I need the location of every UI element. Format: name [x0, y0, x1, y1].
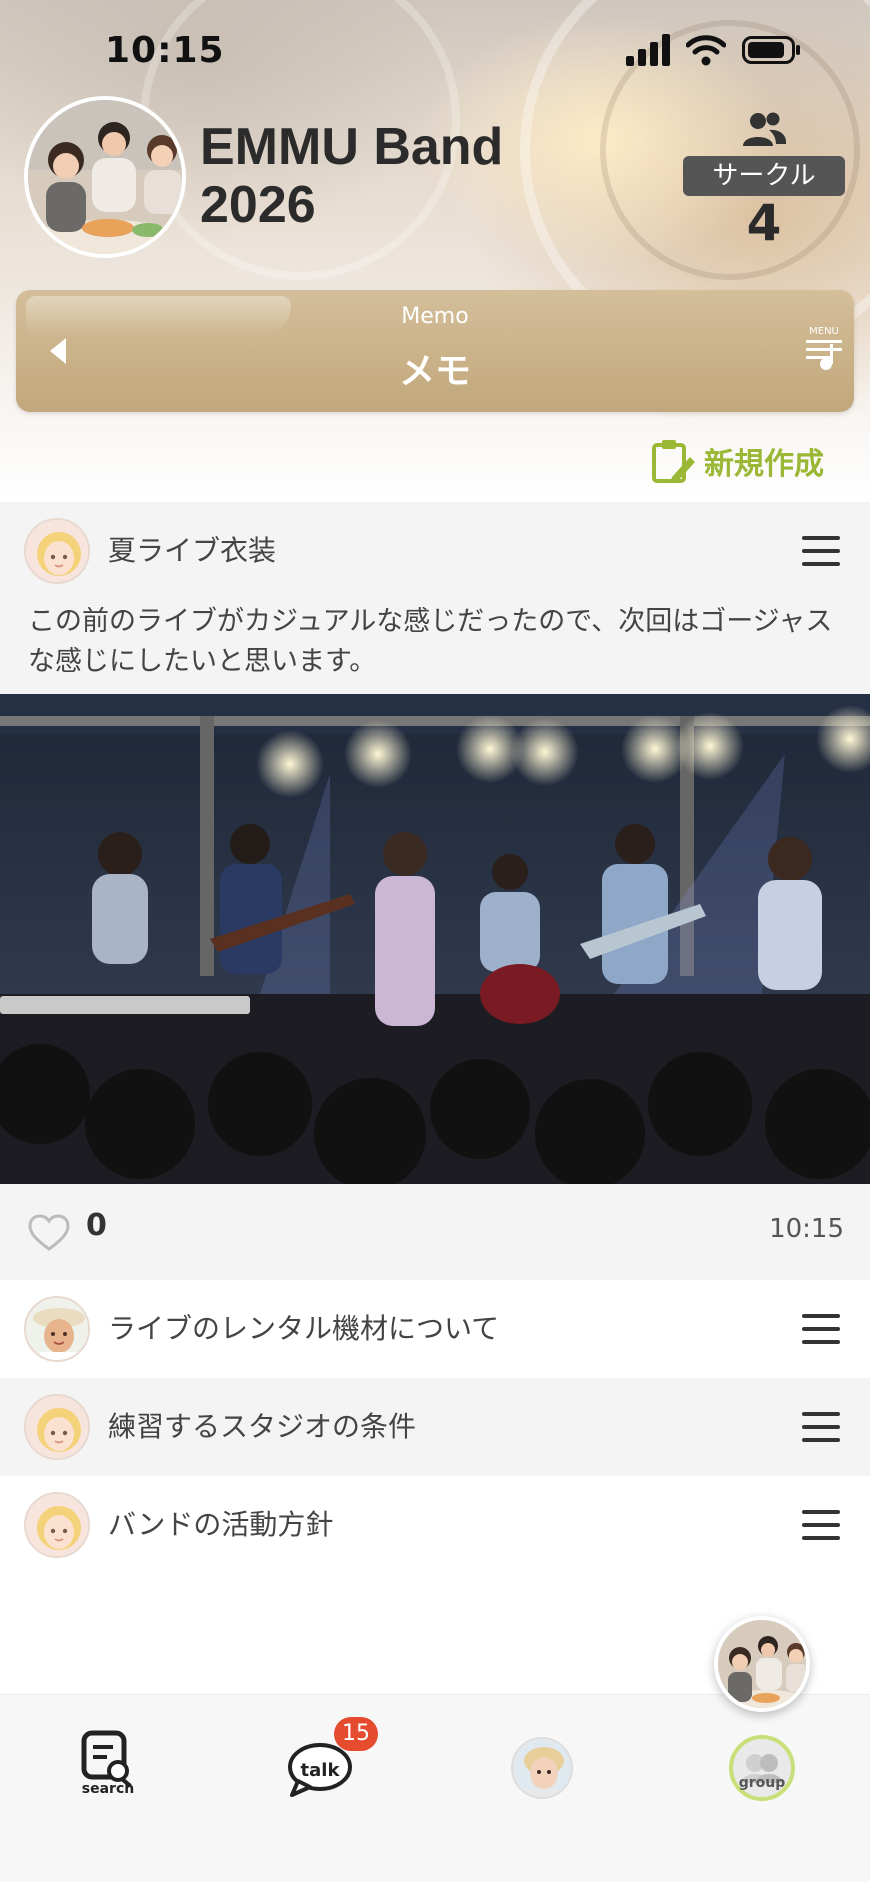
circle-count: 4 [746, 194, 782, 252]
menu-caption: MENU [809, 326, 839, 337]
memo-list-title: バンドの活動方針 [108, 1508, 334, 1541]
memo-title: メモ [398, 351, 471, 392]
battery-icon [742, 36, 800, 64]
hamburger-menu-icon[interactable] [802, 534, 840, 568]
circle-label: サークル [683, 156, 845, 196]
group-title: EMMU Band 2026 [200, 118, 620, 234]
wifi-icon [686, 35, 726, 66]
circle-members[interactable]: サークル 4 [682, 110, 846, 250]
concert-photo [0, 694, 870, 1184]
post-header[interactable]: 夏ライブ衣装 [0, 502, 870, 600]
tab-search-caption: search [81, 1781, 135, 1797]
talk-unread-badge: 15 [334, 1717, 378, 1751]
group-title-line2: 2026 [200, 176, 316, 234]
author-avatar[interactable] [24, 1394, 90, 1460]
like-heart-icon[interactable] [28, 1214, 70, 1252]
tab-my-profile[interactable] [502, 1729, 582, 1809]
group-icon [729, 1735, 795, 1801]
memo-subtitle: Memo [401, 304, 469, 329]
post-timestamp: 10:15 [769, 1214, 844, 1244]
status-bar: 10:15 [0, 0, 870, 100]
memo-list-item[interactable]: ライブのレンタル機材について [0, 1280, 870, 1378]
cellular-signal-icon [626, 34, 670, 66]
new-memo-label: 新規作成 [704, 447, 824, 482]
author-avatar[interactable] [24, 518, 90, 584]
group-title-line1: EMMU Band [200, 118, 504, 176]
memo-list-title: ライブのレンタル機材について [108, 1312, 500, 1345]
group-avatar[interactable] [24, 96, 186, 258]
memo-header-bar: Memo メモ MENU [16, 290, 854, 412]
clipboard-edit-icon [652, 440, 695, 483]
tab-group-caption: group [738, 1775, 786, 1791]
people-icon [743, 112, 787, 146]
hamburger-menu-icon[interactable] [802, 1410, 840, 1444]
memo-list-title: 練習するスタジオの条件 [108, 1410, 417, 1443]
app-screen: 10:15 EMMU Band 2026 サークル 4 Memo メモ MENU… [0, 0, 870, 1882]
memo-list-item[interactable]: 練習するスタジオの条件 [0, 1378, 870, 1476]
memo-post-expanded: 夏ライブ衣装 この前のライブがカジュアルな感じだったので、次回はゴージャスな感じ… [0, 502, 870, 1280]
tab-talk-caption: talk [300, 1760, 340, 1781]
floating-group-avatar-button[interactable] [714, 1616, 810, 1712]
my-avatar [511, 1737, 573, 1799]
tab-search[interactable]: search [68, 1729, 148, 1809]
new-memo-button[interactable]: 新規作成 [650, 436, 824, 486]
status-time: 10:15 [105, 30, 225, 71]
post-photo[interactable] [0, 694, 870, 1184]
author-avatar[interactable] [24, 1296, 90, 1362]
memo-list-item[interactable]: バンドの活動方針 [0, 1476, 870, 1574]
author-avatar[interactable] [24, 1492, 90, 1558]
hamburger-menu-icon[interactable] [802, 1312, 840, 1346]
tab-group[interactable]: group [722, 1729, 802, 1809]
menu-icon[interactable]: MENU [802, 324, 846, 372]
post-body: この前のライブがカジュアルな感じだったので、次回はゴージャスな感じにしたいと思い… [28, 606, 833, 677]
post-footer: 0 10:15 [0, 1184, 870, 1282]
like-count: 0 [86, 1208, 107, 1243]
post-title: 夏ライブ衣装 [108, 534, 277, 567]
hamburger-menu-icon[interactable] [802, 1508, 840, 1542]
bottom-tab-bar: search talk 15 group [0, 1694, 870, 1882]
